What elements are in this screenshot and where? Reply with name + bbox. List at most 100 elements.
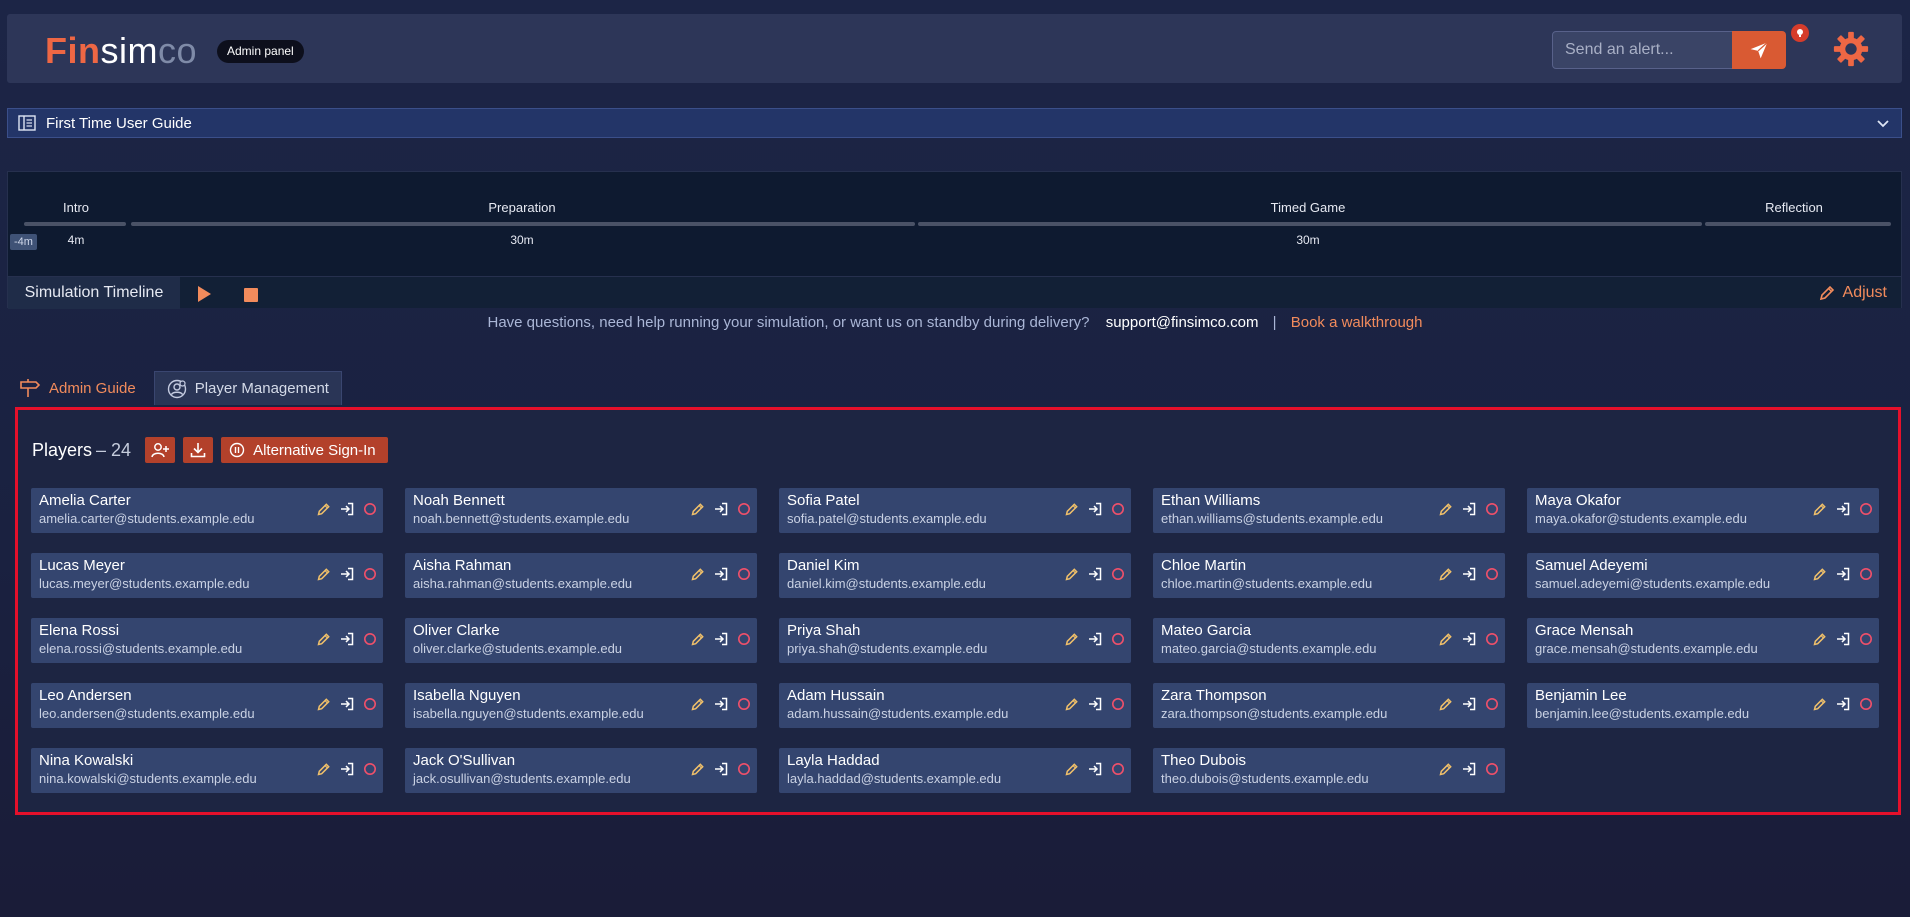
edit-pencil-icon[interactable] (691, 632, 705, 651)
status-circle-icon[interactable] (1485, 632, 1499, 651)
edit-pencil-icon[interactable] (1439, 762, 1453, 781)
status-circle-icon[interactable] (737, 567, 751, 586)
sign-in-as-icon[interactable] (1836, 502, 1850, 521)
edit-pencil-icon[interactable] (1065, 697, 1079, 716)
edit-pencil-icon[interactable] (1065, 762, 1079, 781)
tab-player-management[interactable]: Player Management (153, 371, 342, 405)
edit-pencil-icon[interactable] (691, 762, 705, 781)
send-alert-input[interactable]: Send an alert... (1552, 31, 1742, 69)
status-circle-icon[interactable] (363, 567, 377, 586)
sign-in-as-icon[interactable] (714, 762, 728, 781)
send-alert-button[interactable] (1732, 31, 1786, 69)
edit-pencil-icon[interactable] (317, 502, 331, 521)
sign-in-as-icon[interactable] (714, 567, 728, 586)
status-circle-icon[interactable] (1485, 762, 1499, 781)
edit-pencil-icon[interactable] (691, 502, 705, 521)
status-circle-icon[interactable] (1111, 697, 1125, 716)
player-actions (1439, 502, 1499, 521)
edit-pencil-icon[interactable] (317, 697, 331, 716)
download-players-button[interactable] (183, 437, 214, 463)
status-circle-icon[interactable] (737, 762, 751, 781)
player-name: Sofia Patel (787, 492, 860, 509)
sign-in-as-icon[interactable] (1462, 697, 1476, 716)
adjust-button[interactable]: Adjust (1819, 284, 1887, 302)
status-circle-icon[interactable] (363, 697, 377, 716)
sign-in-as-icon[interactable] (1088, 762, 1102, 781)
status-circle-icon[interactable] (737, 502, 751, 521)
status-circle-icon[interactable] (1111, 762, 1125, 781)
play-icon[interactable] (196, 285, 212, 303)
sign-in-as-icon[interactable] (1088, 502, 1102, 521)
sign-in-as-icon[interactable] (1088, 567, 1102, 586)
edit-pencil-icon[interactable] (1065, 502, 1079, 521)
edit-pencil-icon[interactable] (691, 697, 705, 716)
sign-in-as-icon[interactable] (1462, 632, 1476, 651)
phase-bar-reflection (1705, 222, 1891, 226)
sign-in-as-icon[interactable] (340, 502, 354, 521)
sign-in-as-icon[interactable] (714, 697, 728, 716)
edit-pencil-icon[interactable] (1065, 632, 1079, 651)
status-circle-icon[interactable] (1859, 567, 1873, 586)
edit-pencil-icon[interactable] (1065, 567, 1079, 586)
support-email-link[interactable]: support@finsimco.com (1106, 314, 1259, 331)
first-time-user-guide-bar[interactable]: First Time User Guide (7, 108, 1902, 138)
sign-in-as-icon[interactable] (1462, 502, 1476, 521)
status-circle-icon[interactable] (363, 762, 377, 781)
sign-in-as-icon[interactable] (340, 697, 354, 716)
status-circle-icon[interactable] (1859, 632, 1873, 651)
edit-pencil-icon[interactable] (1813, 697, 1827, 716)
sign-in-as-icon[interactable] (1088, 632, 1102, 651)
sign-in-as-icon[interactable] (1088, 697, 1102, 716)
edit-pencil-icon[interactable] (317, 632, 331, 651)
tab-admin-guide[interactable]: Admin Guide (7, 371, 148, 405)
status-circle-icon[interactable] (1859, 502, 1873, 521)
status-circle-icon[interactable] (363, 502, 377, 521)
edit-pencil-icon[interactable] (317, 762, 331, 781)
sign-in-as-icon[interactable] (714, 502, 728, 521)
status-circle-icon[interactable] (363, 632, 377, 651)
status-circle-icon[interactable] (1485, 502, 1499, 521)
edit-pencil-icon[interactable] (1813, 567, 1827, 586)
sign-in-as-icon[interactable] (1836, 567, 1850, 586)
player-card: Amelia Carter amelia.carter@students.exam… (31, 488, 383, 533)
sign-in-as-icon[interactable] (1836, 697, 1850, 716)
add-player-button[interactable] (145, 437, 176, 463)
player-actions (691, 632, 751, 651)
gear-icon[interactable] (1832, 30, 1870, 68)
sign-in-as-icon[interactable] (1836, 632, 1850, 651)
status-circle-icon[interactable] (1859, 697, 1873, 716)
player-actions (691, 502, 751, 521)
status-circle-icon[interactable] (1111, 567, 1125, 586)
finsimco-logo[interactable]: Finsimco (45, 30, 197, 72)
sign-in-as-icon[interactable] (340, 762, 354, 781)
edit-pencil-icon[interactable] (1439, 632, 1453, 651)
player-name: Layla Haddad (787, 752, 880, 769)
edit-pencil-icon[interactable] (1813, 502, 1827, 521)
status-circle-icon[interactable] (1485, 567, 1499, 586)
player-card: Theo Dubois theo.dubois@students.example.… (1153, 748, 1505, 793)
player-card: Isabella Nguyen isabella.nguyen@students.… (405, 683, 757, 728)
edit-pencil-icon[interactable] (1439, 697, 1453, 716)
edit-pencil-icon[interactable] (1813, 632, 1827, 651)
sign-in-as-icon[interactable] (1462, 567, 1476, 586)
edit-pencil-icon[interactable] (1439, 567, 1453, 586)
sign-in-as-icon[interactable] (714, 632, 728, 651)
sign-in-as-icon[interactable] (340, 567, 354, 586)
status-circle-icon[interactable] (1485, 697, 1499, 716)
sign-in-as-icon[interactable] (340, 632, 354, 651)
edit-pencil-icon[interactable] (691, 567, 705, 586)
alternative-sign-in-button[interactable]: Alternative Sign-In (221, 437, 388, 463)
stop-icon[interactable] (244, 288, 258, 302)
edit-pencil-icon[interactable] (1439, 502, 1453, 521)
players-panel: Players – 24 Alternative Sign-In Amelia … (15, 407, 1901, 815)
status-circle-icon[interactable] (737, 632, 751, 651)
edit-pencil-icon[interactable] (317, 567, 331, 586)
book-walkthrough-link[interactable]: Book a walkthrough (1291, 314, 1423, 331)
status-circle-icon[interactable] (1111, 632, 1125, 651)
sign-in-as-icon[interactable] (1462, 762, 1476, 781)
status-circle-icon[interactable] (737, 697, 751, 716)
notification-bulb-icon[interactable] (1791, 24, 1809, 42)
chevron-down-icon[interactable] (1875, 115, 1891, 131)
player-card: Zara Thompson zara.thompson@students.exam… (1153, 683, 1505, 728)
status-circle-icon[interactable] (1111, 502, 1125, 521)
